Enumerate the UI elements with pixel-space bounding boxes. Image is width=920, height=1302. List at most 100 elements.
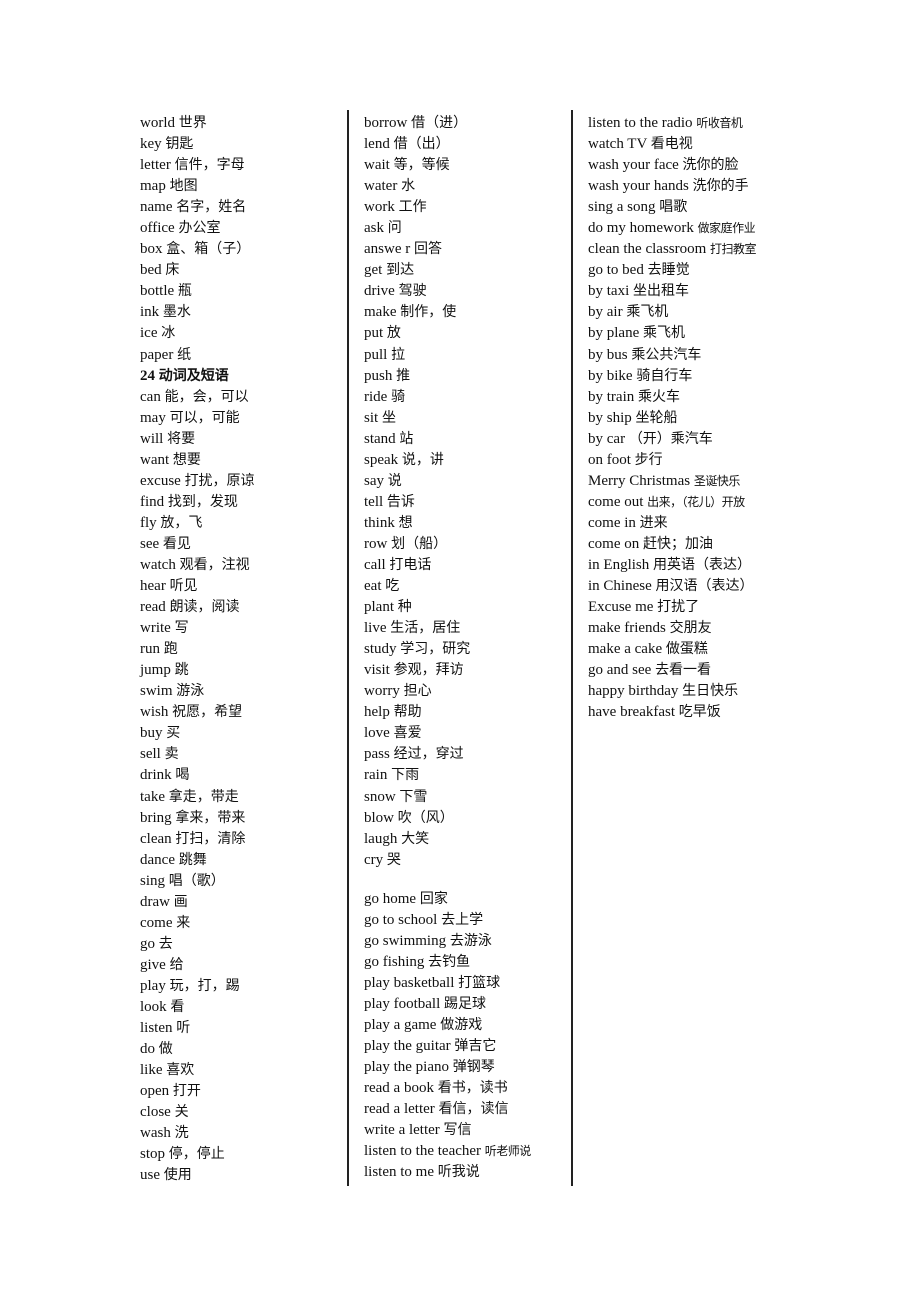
chinese-meaning: 喝 — [175, 767, 190, 784]
english-term: stand — [364, 430, 396, 447]
english-term: box — [140, 241, 163, 258]
english-term: read a book — [364, 1080, 434, 1097]
english-term: help — [364, 704, 390, 721]
chinese-meaning: 出来，（花儿）开放 — [647, 494, 745, 509]
english-term: ice — [140, 325, 158, 342]
vocab-entry: water 水 — [364, 176, 569, 197]
vocab-entry: sing a song 唱歌 — [588, 197, 818, 218]
vocab-entry: come 来 — [140, 913, 345, 934]
chinese-meaning: 打扫，清除 — [175, 830, 246, 847]
chinese-meaning: 想要 — [172, 451, 201, 468]
english-term: wish — [140, 704, 169, 721]
chinese-meaning: 跳舞 — [178, 851, 207, 868]
vocab-entry: play football 踢足球 — [364, 994, 569, 1015]
chinese-meaning: 参观，拜访 — [393, 662, 464, 679]
vocab-entry: go 去 — [140, 934, 345, 955]
vocab-entry: read 朗读，阅读 — [140, 597, 345, 618]
english-term: office — [140, 220, 175, 237]
english-term: open — [140, 1083, 170, 1100]
chinese-meaning: 生日快乐 — [682, 683, 739, 700]
english-term: draw — [140, 893, 170, 910]
vocab-entry: by plane 乘飞机 — [588, 323, 818, 344]
vocab-entry: fly 放，飞 — [140, 513, 345, 534]
english-term: hear — [140, 578, 166, 595]
vocab-entry: work 工作 — [364, 197, 569, 218]
chinese-meaning: 瓶 — [177, 283, 192, 300]
english-term: find — [140, 493, 165, 510]
chinese-meaning: 划（船） — [391, 535, 448, 552]
chinese-meaning: 打电话 — [389, 556, 432, 573]
english-term: go home — [364, 890, 417, 907]
chinese-meaning: 唱歌 — [659, 199, 688, 216]
english-term: live — [364, 620, 387, 637]
chinese-meaning: 名字，姓名 — [176, 199, 247, 216]
english-term: fly — [140, 514, 157, 531]
english-term: go to bed — [588, 262, 644, 279]
vocab-entry: rain 下雨 — [364, 765, 569, 786]
english-term: snow — [364, 788, 396, 805]
chinese-meaning: 给 — [169, 956, 184, 973]
vocab-entry: happy birthday 生日快乐 — [588, 681, 818, 702]
chinese-meaning: 告诉 — [386, 493, 415, 510]
english-term: in English — [588, 556, 650, 573]
english-term: pull — [364, 346, 388, 363]
chinese-meaning: 朗读，阅读 — [169, 599, 240, 616]
chinese-meaning: 交朋友 — [669, 620, 712, 637]
vocab-entry: love 喜爱 — [364, 723, 569, 744]
english-term: will — [140, 430, 164, 447]
vocab-entry: find 找到，发现 — [140, 492, 345, 513]
chinese-meaning: 想 — [398, 514, 413, 531]
chinese-meaning: 拿走，带走 — [168, 788, 239, 805]
vocab-entry: wait 等，等候 — [364, 155, 569, 176]
english-term: borrow — [364, 115, 408, 131]
vocab-entry: on foot 步行 — [588, 450, 818, 471]
chinese-meaning: 将要 — [167, 430, 196, 447]
vocab-entry: answe r 回答 — [364, 239, 569, 260]
vocab-entry: excuse 打扰，原谅 — [140, 471, 345, 492]
vocab-entry: listen to the teacher 听老师说 — [364, 1141, 569, 1162]
chinese-meaning: 跑 — [163, 641, 178, 658]
english-term: sing a song — [588, 199, 656, 216]
english-term: by plane — [588, 325, 640, 342]
vocab-entry: by ship 坐轮船 — [588, 408, 818, 429]
chinese-meaning: 打开 — [172, 1083, 201, 1100]
chinese-meaning: 可以，可能 — [169, 409, 240, 426]
english-term: may — [140, 409, 166, 426]
english-term: can — [140, 388, 161, 405]
english-term: love — [364, 725, 390, 742]
vocab-entry: Merry Christmas 圣诞快乐 — [588, 471, 818, 492]
english-term: get — [364, 262, 383, 279]
chinese-meaning: 能，会，可以 — [164, 388, 249, 405]
vocab-entry: pass 经过，穿过 — [364, 744, 569, 765]
chinese-meaning: 站 — [399, 430, 414, 447]
chinese-meaning: 驾驶 — [398, 283, 427, 300]
column-left: world 世界 key 钥匙 letter 信件，字母 map 地图 name 名字，… — [140, 113, 345, 1186]
english-term: play the guitar — [364, 1038, 451, 1055]
english-term: go fishing — [364, 953, 425, 970]
chinese-meaning: 停，停止 — [168, 1146, 225, 1163]
vocab-entry: clean 打扫，清除 — [140, 829, 345, 850]
chinese-meaning: 看见 — [162, 535, 191, 552]
chinese-meaning: 打篮球 — [458, 974, 501, 991]
english-term: ride — [364, 388, 388, 405]
vocab-entry: live 生活，居住 — [364, 618, 569, 639]
chinese-meaning: 制作，使 — [400, 304, 457, 321]
vocab-entry: row 划（船） — [364, 534, 569, 555]
english-term: in Chinese — [588, 578, 652, 595]
english-term: work — [364, 199, 395, 216]
chinese-meaning: 学习，研究 — [400, 641, 471, 658]
chinese-meaning: 踢足球 — [443, 995, 486, 1012]
chinese-meaning: 世界 — [178, 115, 207, 131]
vocab-entry: hear 听见 — [140, 576, 345, 597]
vocab-entry: tell 告诉 — [364, 492, 569, 513]
english-term: Merry Christmas — [588, 472, 691, 489]
chinese-meaning: 打扰，原谅 — [184, 472, 255, 489]
vocab-entry: bed 床 — [140, 260, 345, 281]
chinese-meaning: 来 — [176, 914, 191, 931]
chinese-meaning: 写 — [174, 620, 189, 637]
english-term: do my homework — [588, 220, 694, 237]
english-term: do — [140, 1041, 155, 1058]
english-term: cry — [364, 851, 384, 868]
chinese-meaning: 听收音机 — [696, 116, 743, 130]
chinese-meaning: 去钓鱼 — [428, 953, 471, 970]
